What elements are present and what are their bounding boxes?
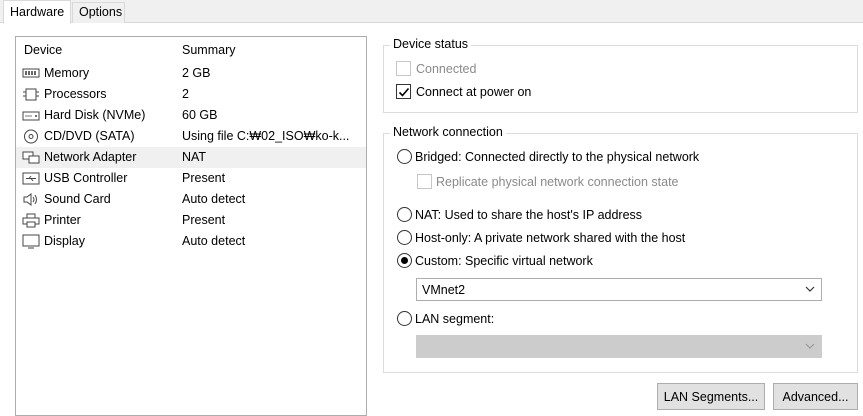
device-status-title: Device status (390, 37, 472, 51)
summary-column-header[interactable]: Summary (182, 43, 235, 57)
device-list-header: Device Summary (16, 37, 366, 61)
device-summary: 60 GB (182, 108, 218, 122)
device-name: USB Controller (44, 171, 128, 185)
checkmark-icon (398, 87, 410, 97)
device-name: Sound Card (44, 192, 111, 206)
advanced-button[interactable]: Advanced... (773, 383, 858, 410)
custom-network-dropdown[interactable]: VMnet2 (416, 278, 822, 301)
device-row-network-adapter[interactable]: Network Adapter NAT (16, 147, 366, 168)
connect-at-power-on-checkbox[interactable] (396, 84, 411, 99)
lan-segments-button[interactable]: LAN Segments... (657, 383, 765, 410)
bridged-radio[interactable] (397, 149, 412, 164)
hard-disk-icon (22, 108, 40, 123)
custom-network-value: VMnet2 (422, 283, 466, 297)
device-summary: 2 GB (182, 66, 211, 80)
device-summary: NAT (182, 150, 207, 164)
device-row-display[interactable]: Display Auto detect (16, 231, 366, 252)
cd-dvd-icon (22, 129, 40, 144)
memory-icon (22, 66, 40, 81)
tab-hardware[interactable]: Hardware (3, 0, 71, 24)
tab-options-label: Options (79, 5, 123, 19)
lan-segment-dropdown[interactable] (416, 335, 822, 358)
host-only-label: Host-only: A private network shared with… (415, 231, 686, 245)
device-name: Printer (44, 213, 81, 227)
bridged-label: Bridged: Connected directly to the physi… (415, 150, 700, 164)
device-row-cd-dvd[interactable]: CD/DVD (SATA) Using file C:₩02_ISO₩ko-k.… (16, 126, 366, 147)
host-only-radio[interactable] (397, 230, 412, 245)
device-name: CD/DVD (SATA) (44, 129, 135, 143)
printer-icon (22, 213, 40, 228)
tab-hardware-label: Hardware (10, 5, 65, 19)
device-summary: Present (182, 213, 226, 227)
network-connection-title: Network connection (390, 125, 506, 139)
connect-at-power-on-label: Connect at power on (416, 85, 532, 99)
lan-segment-label: LAN segment: (415, 312, 495, 326)
device-status-group: Device status (383, 37, 858, 113)
connected-label: Connected (416, 62, 477, 76)
device-name: Network Adapter (44, 150, 137, 164)
nat-radio[interactable] (397, 207, 412, 222)
custom-label: Custom: Specific virtual network (415, 254, 593, 268)
usb-icon (22, 171, 40, 186)
custom-radio[interactable] (397, 253, 412, 268)
device-name: Processors (44, 87, 107, 101)
device-summary: 2 (182, 87, 189, 101)
device-summary: Present (182, 171, 226, 185)
replicate-label: Replicate physical network connection st… (436, 175, 679, 189)
lan-segment-radio[interactable] (397, 311, 412, 326)
connected-checkbox[interactable] (396, 61, 411, 76)
replicate-checkbox[interactable] (417, 174, 432, 189)
device-name: Hard Disk (NVMe) (44, 108, 146, 122)
speaker-icon (22, 192, 40, 207)
device-row-sound-card[interactable]: Sound Card Auto detect (16, 189, 366, 210)
processor-icon (22, 87, 40, 102)
device-summary: Auto detect (182, 192, 246, 206)
radio-selected-dot (401, 257, 408, 264)
chevron-down-icon (805, 286, 815, 292)
tab-options[interactable]: Options (72, 2, 125, 23)
nat-label: NAT: Used to share the host's IP address (415, 208, 643, 222)
chevron-down-icon (805, 343, 815, 349)
tab-strip (0, 0, 863, 23)
device-summary: Using file C:₩02_ISO₩ko-k... (182, 129, 350, 143)
device-name: Display (44, 234, 85, 248)
network-adapter-icon (22, 150, 40, 165)
device-list[interactable]: Device Summary Memory 2 GB Processors 2 … (15, 36, 367, 416)
device-row-printer[interactable]: Printer Present (16, 210, 366, 231)
device-row-hard-disk[interactable]: Hard Disk (NVMe) 60 GB (16, 105, 366, 126)
device-column-header[interactable]: Device (24, 43, 62, 57)
device-row-memory[interactable]: Memory 2 GB (16, 63, 366, 84)
device-row-usb-controller[interactable]: USB Controller Present (16, 168, 366, 189)
device-summary: Auto detect (182, 234, 246, 248)
device-row-processors[interactable]: Processors 2 (16, 84, 366, 105)
advanced-button-label: Advanced... (782, 390, 849, 404)
device-name: Memory (44, 66, 90, 80)
lan-segments-button-label: LAN Segments... (663, 390, 759, 404)
display-icon (22, 234, 40, 249)
